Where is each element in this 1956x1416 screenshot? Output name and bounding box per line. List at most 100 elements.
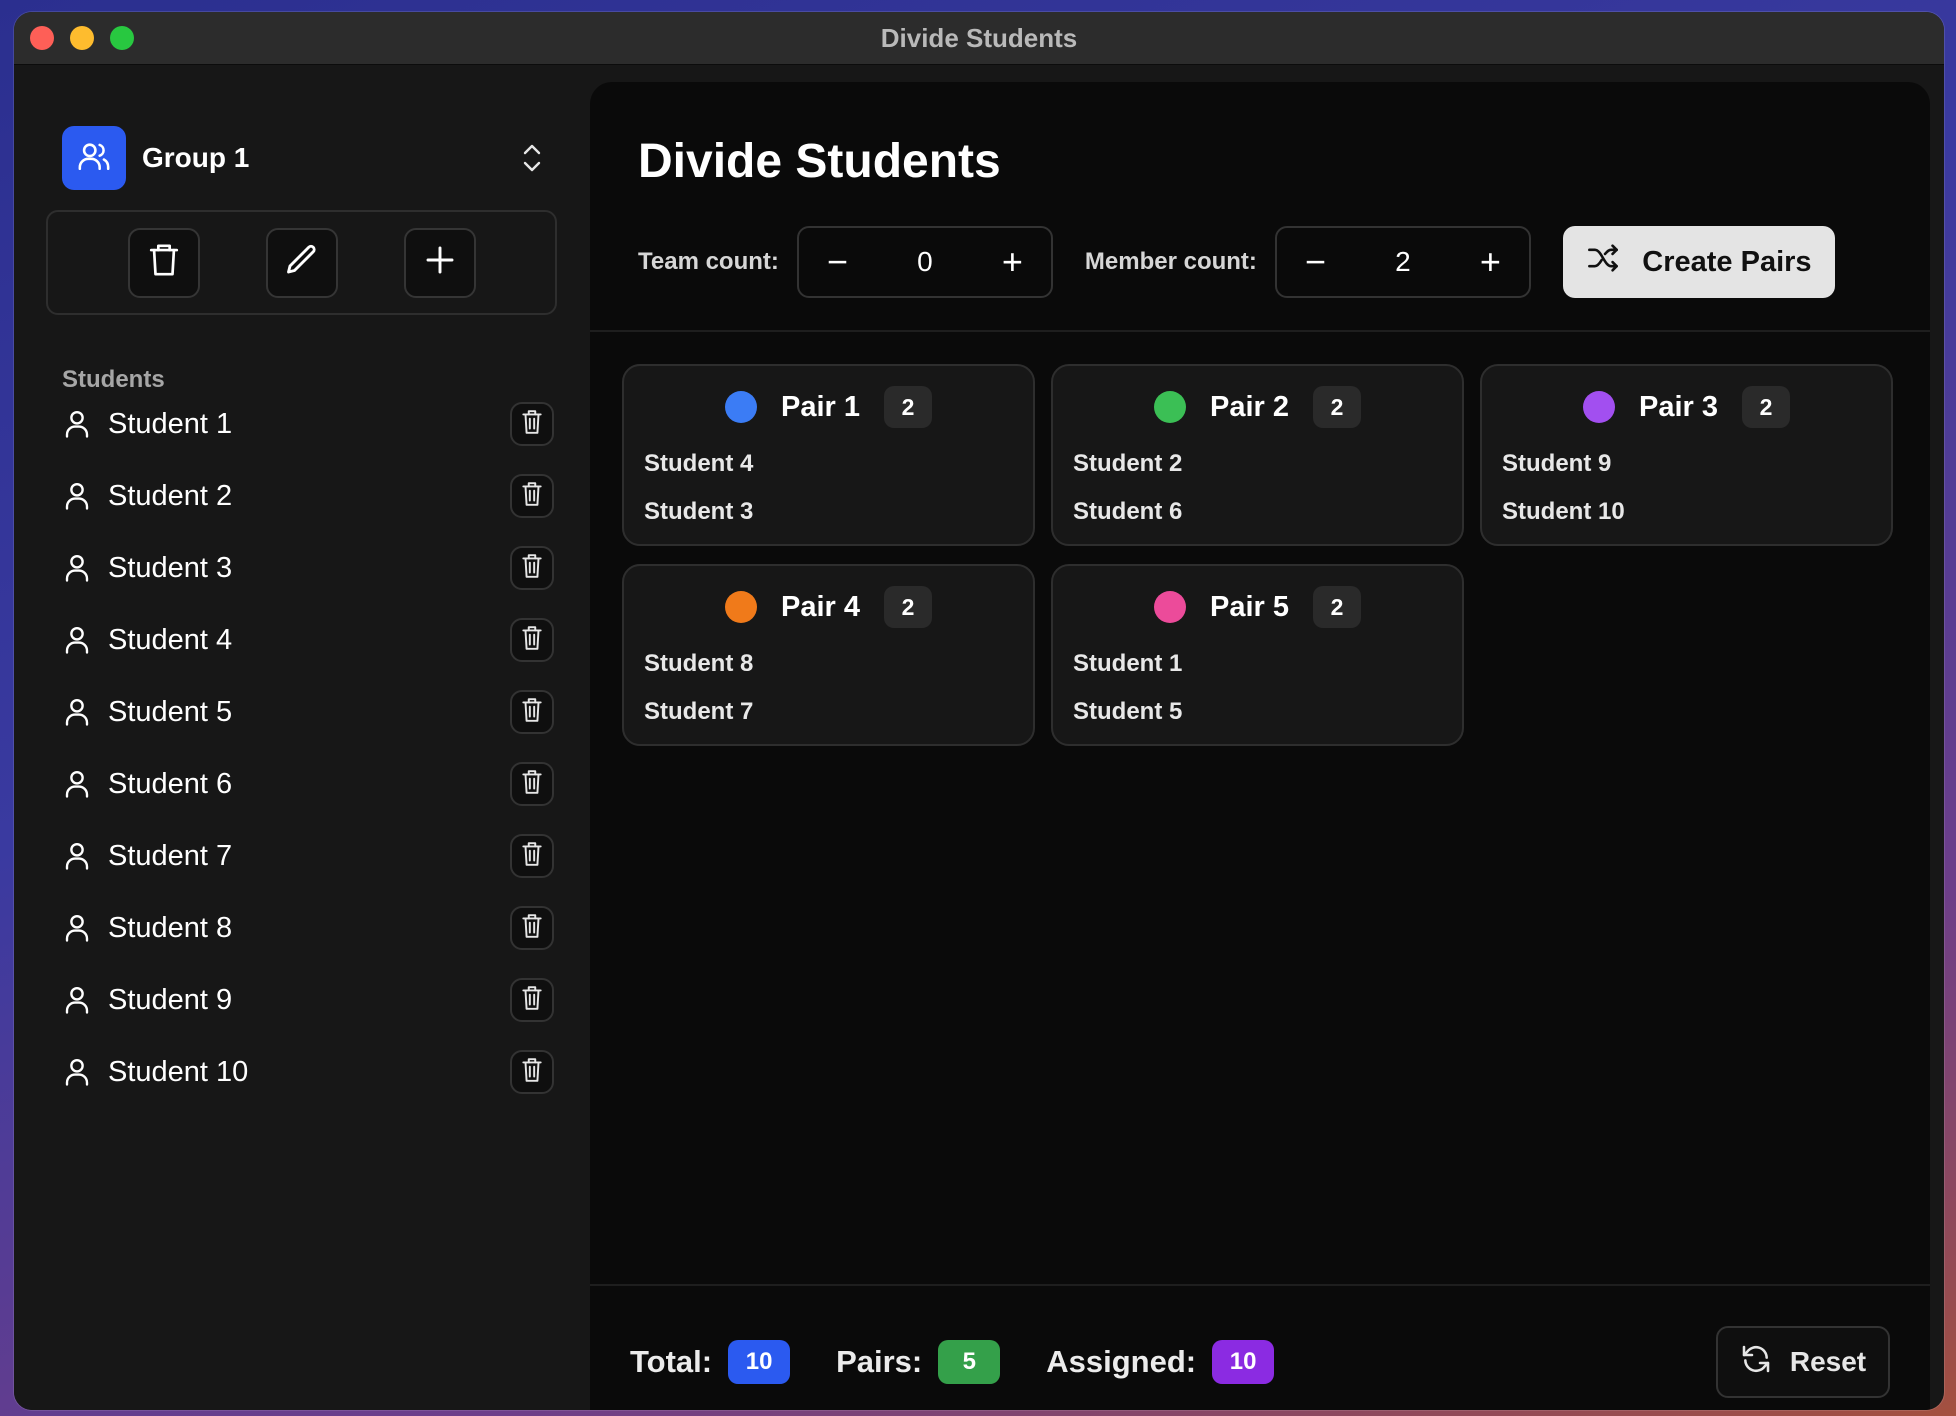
chevron-up-down-icon[interactable] [512,141,552,175]
pair-color-dot [1154,591,1186,623]
trash-icon [521,553,543,584]
student-name: Student 6 [108,767,233,800]
trash-icon [521,913,543,944]
pair-member: Student 4 [644,450,754,477]
person-icon [62,697,92,727]
pair-color-dot [1583,391,1615,423]
trash-icon [521,697,543,728]
pair-card: Pair 5 2 Student 1 Student 5 [1051,564,1464,746]
pair-members: Student 8 Student 7 [644,646,753,742]
delete-student-button[interactable] [510,690,554,734]
pair-member: Student 9 [1502,450,1612,477]
pair-members: Student 9 Student 10 [1502,446,1625,542]
pair-count-badge: 2 [884,386,932,428]
total-badge: 10 [728,1340,791,1384]
student-item[interactable]: Student 4 [62,604,562,676]
member-count-decrement-button[interactable]: − [1305,244,1326,280]
delete-student-button[interactable] [510,906,554,950]
delete-student-button[interactable] [510,762,554,806]
student-item[interactable]: Student 6 [62,748,562,820]
pair-color-dot [725,391,757,423]
student-list: Student 1 Student 2 Student 3 Student 4 Stud… [62,388,562,1108]
trash-icon [521,481,543,512]
person-icon [62,985,92,1015]
delete-student-button[interactable] [510,474,554,518]
delete-student-button[interactable] [510,834,554,878]
pair-header: Pair 2 2 [1053,386,1462,428]
member-count-stepper: − 2 + [1274,226,1531,298]
pairing-controls: Team count: − 0 + Member count: − 2 + Cr… [638,226,1835,298]
header-divider [590,330,1930,332]
pairs-badge: 5 [938,1340,1001,1384]
student-item[interactable]: Student 5 [62,676,562,748]
team-count-increment-button[interactable]: + [1002,244,1023,280]
pair-count-badge: 2 [884,586,932,628]
pair-member: Student 10 [1502,498,1625,525]
create-pairs-button[interactable]: Create Pairs [1562,226,1835,298]
footer-divider [590,1284,1930,1286]
pencil-icon [284,242,320,283]
window-title: Divide Students [880,22,1078,53]
pair-header: Pair 1 2 [624,386,1033,428]
refresh-icon [1740,1343,1772,1382]
student-name: Student 5 [108,695,233,728]
team-count-stepper: − 0 + [796,226,1053,298]
trash-icon [521,409,543,440]
minimize-window-button[interactable] [70,26,94,50]
pair-member: Student 6 [1073,498,1183,525]
student-item[interactable]: Student 3 [62,532,562,604]
student-item[interactable]: Student 7 [62,820,562,892]
delete-student-button[interactable] [510,402,554,446]
student-item[interactable]: Student 2 [62,460,562,532]
person-icon [62,553,92,583]
group-avatar [62,126,126,190]
app-window: Divide Students Group 1 Students Student… [14,12,1944,1410]
student-name: Student 4 [108,623,233,656]
trash-icon [521,1057,543,1088]
pair-count-badge: 2 [1313,586,1361,628]
pair-name: Pair 4 [781,590,860,623]
student-item[interactable]: Student 8 [62,892,562,964]
group-toolbar [46,210,557,315]
reset-button[interactable]: Reset [1716,1326,1890,1398]
delete-group-button[interactable] [127,227,200,298]
delete-student-button[interactable] [510,618,554,662]
student-item[interactable]: Student 1 [62,388,562,460]
trash-icon [521,625,543,656]
delete-student-button[interactable] [510,1050,554,1094]
add-student-button[interactable] [403,227,476,298]
student-item[interactable]: Student 10 [62,1036,562,1108]
member-count-label: Member count: [1084,248,1257,275]
team-count-value[interactable]: 0 [917,246,933,278]
pair-name: Pair 5 [1210,590,1289,623]
pair-count-badge: 2 [1313,386,1361,428]
student-name: Student 10 [108,1055,249,1088]
member-count-value[interactable]: 2 [1395,246,1411,278]
pairs-grid: Pair 1 2 Student 4 Student 3 Pair 2 2 Student … [622,364,1896,746]
pair-members: Student 4 Student 3 [644,446,753,542]
delete-student-button[interactable] [510,546,554,590]
close-window-button[interactable] [30,26,54,50]
student-item[interactable]: Student 9 [62,964,562,1036]
student-name: Student 8 [108,911,233,944]
student-name: Student 1 [108,407,233,440]
maximize-window-button[interactable] [110,26,134,50]
trash-icon [521,985,543,1016]
pair-card: Pair 1 2 Student 4 Student 3 [622,364,1035,546]
pair-name: Pair 2 [1210,390,1289,423]
title-bar: Divide Students [14,12,1944,65]
person-icon [62,913,92,943]
pair-member: Student 3 [644,498,754,525]
trash-icon [521,769,543,800]
edit-group-button[interactable] [265,227,338,298]
team-count-decrement-button[interactable]: − [827,244,848,280]
pair-member: Student 7 [644,698,754,725]
pair-header: Pair 5 2 [1053,586,1462,628]
group-selector[interactable]: Group 1 [62,126,562,190]
student-name: Student 3 [108,551,233,584]
member-count-increment-button[interactable]: + [1480,244,1501,280]
delete-student-button[interactable] [510,978,554,1022]
person-icon [62,1057,92,1087]
assigned-label: Assigned: [1046,1344,1197,1379]
main-panel: Divide Students Team count: − 0 + Member… [590,82,1930,1410]
